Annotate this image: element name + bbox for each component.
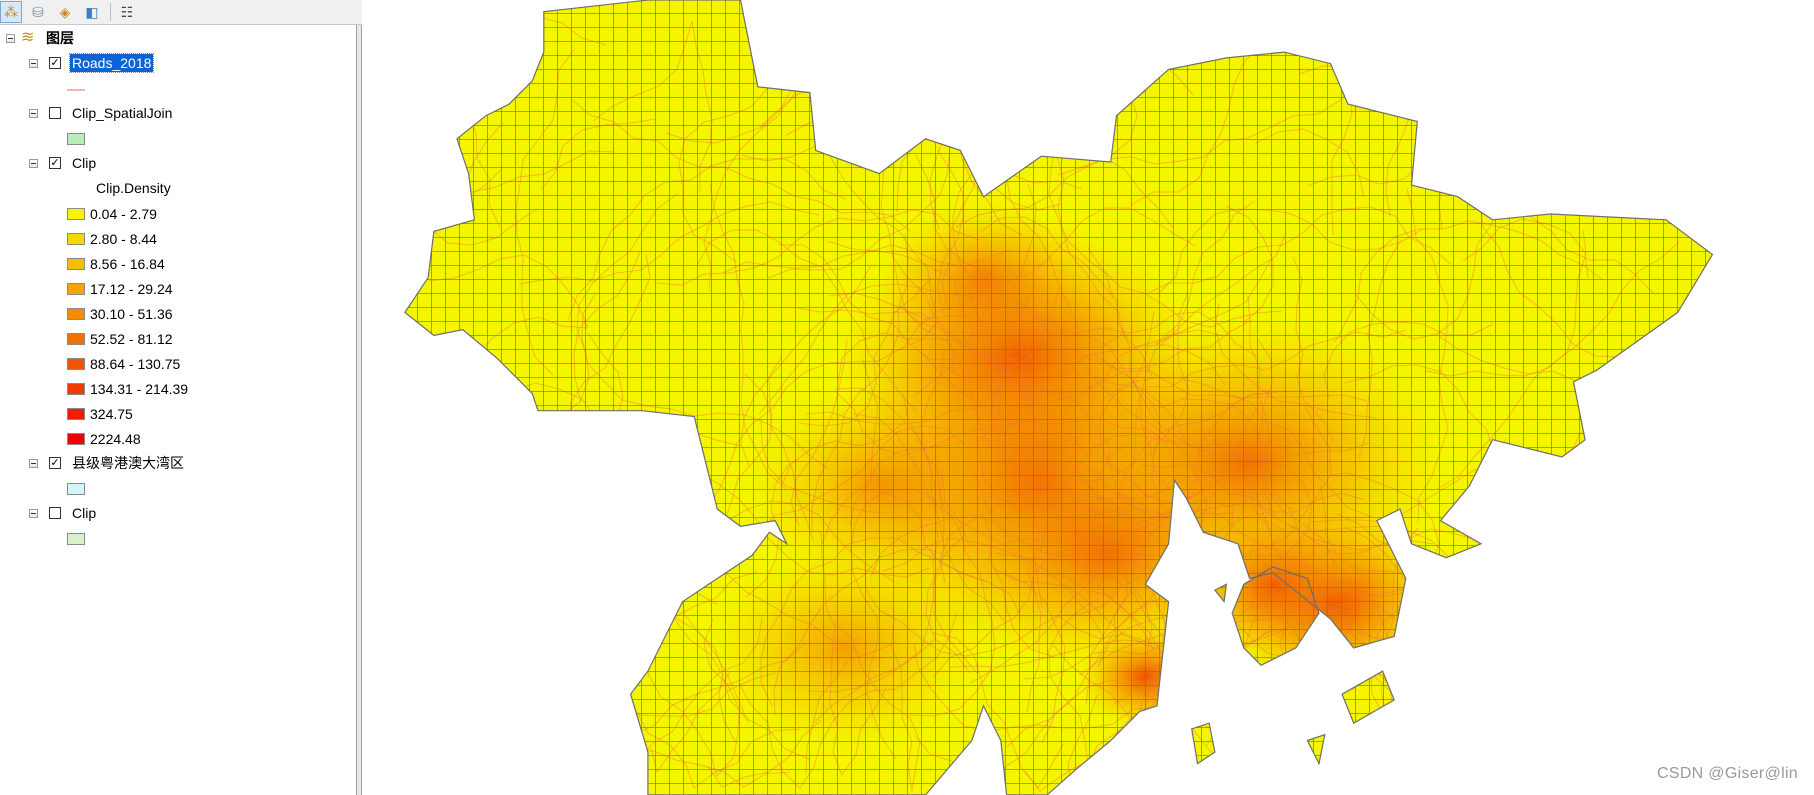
collapse-county-button[interactable] xyxy=(29,459,38,468)
layers-root-icon: ≋ xyxy=(21,29,35,46)
map-view[interactable] xyxy=(362,0,1814,795)
toolbar-separator xyxy=(110,3,111,21)
table-of-contents: ≋ 图层 ✓ Roads_2018 Clip_SpatialJoin ✓ Cli… xyxy=(0,25,356,795)
list-drawing-order-icon: ⁂ xyxy=(4,3,18,20)
roads-line-symbol xyxy=(67,89,85,91)
road xyxy=(1330,648,1401,791)
root-label: 图层 xyxy=(46,30,74,46)
road xyxy=(404,599,490,793)
legend-swatch[interactable] xyxy=(67,408,85,420)
clip-density-layer xyxy=(404,0,1713,795)
road xyxy=(1564,530,1702,577)
clip-visibility-checkbox[interactable]: ✓ xyxy=(49,157,61,169)
grid-cells xyxy=(404,0,1713,795)
collapse-spatialjoin-button[interactable] xyxy=(29,109,38,118)
list-by-visibility-button[interactable]: ◈ xyxy=(54,1,76,23)
database-icon: ⛁ xyxy=(32,3,44,20)
list-by-selection-button[interactable]: ◧ xyxy=(81,1,103,23)
road xyxy=(1433,85,1532,208)
spatialjoin-visibility-checkbox[interactable] xyxy=(49,107,61,119)
watermark: CSDN @Giser@lin xyxy=(1657,765,1798,782)
roads-visibility-checkbox[interactable]: ✓ xyxy=(49,57,61,69)
collapse-root-button[interactable] xyxy=(6,34,15,43)
layer-clip-2[interactable]: Clip xyxy=(72,504,96,522)
road xyxy=(1459,539,1644,756)
layer-clip[interactable]: Clip xyxy=(72,154,96,172)
layer-roads-2018[interactable]: Roads_2018 xyxy=(68,53,155,73)
road xyxy=(494,508,535,775)
options-list-icon: ☷ xyxy=(120,3,134,20)
road xyxy=(1646,340,1713,492)
collapse-clip-button[interactable] xyxy=(29,159,38,168)
county-fill-symbol xyxy=(67,483,85,495)
legend-swatch[interactable] xyxy=(67,383,85,395)
road xyxy=(468,473,699,598)
legend-class-label: 0.04 - 2.79 xyxy=(90,206,157,222)
road xyxy=(1145,663,1356,704)
road xyxy=(1466,733,1597,791)
legend-class-label: 324.75 xyxy=(90,406,133,422)
layer-clip-spatialjoin[interactable]: Clip_SpatialJoin xyxy=(72,104,172,122)
legend-swatch[interactable] xyxy=(67,283,85,295)
legend-swatch[interactable] xyxy=(67,358,85,370)
options-button[interactable]: ☷ xyxy=(116,1,138,23)
road xyxy=(849,90,994,115)
list-by-source-button[interactable]: ⛁ xyxy=(27,1,49,23)
legend-swatch[interactable] xyxy=(67,208,85,220)
collapse-clip2-button[interactable] xyxy=(29,509,38,518)
clip-field-label: Clip.Density xyxy=(96,180,171,196)
legend-class-label: 2224.48 xyxy=(90,431,141,447)
spatialjoin-fill-symbol xyxy=(67,133,85,145)
clip2-fill-symbol xyxy=(67,533,85,545)
toc-toolbar: ⁂ ⛁ ◈ ◧ ☷ xyxy=(0,0,362,25)
legend-class-label: 17.12 - 29.24 xyxy=(90,281,173,297)
road xyxy=(416,568,539,790)
legend-swatch[interactable] xyxy=(67,308,85,320)
road xyxy=(404,629,520,785)
legend-class-label: 30.10 - 51.36 xyxy=(90,306,173,322)
legend-swatch[interactable] xyxy=(67,333,85,345)
road xyxy=(534,480,578,620)
legend-class-label: 2.80 - 8.44 xyxy=(90,231,157,247)
road xyxy=(1358,619,1569,791)
selection-icon: ◧ xyxy=(85,3,99,20)
legend-class-label: 52.52 - 81.12 xyxy=(90,331,173,347)
road xyxy=(1274,716,1430,793)
legend-swatch[interactable] xyxy=(67,433,85,445)
legend-class-label: 8.56 - 16.84 xyxy=(90,256,165,272)
road xyxy=(1607,366,1713,423)
road xyxy=(1395,573,1539,599)
road xyxy=(408,585,620,710)
road xyxy=(446,610,553,705)
legend-swatch[interactable] xyxy=(67,258,85,270)
road xyxy=(425,429,524,515)
road xyxy=(491,695,581,771)
road xyxy=(1154,700,1379,783)
layer-county-gba[interactable]: 县级粤港澳大湾区 xyxy=(72,454,184,472)
road xyxy=(523,454,620,629)
road xyxy=(1569,392,1710,459)
clip2-visibility-checkbox[interactable] xyxy=(49,507,61,519)
legend-class-label: 88.64 - 130.75 xyxy=(90,356,181,372)
layers-icon: ◈ xyxy=(59,3,71,20)
map-canvas xyxy=(404,0,1714,795)
list-by-drawing-order-button[interactable]: ⁂ xyxy=(0,1,22,23)
legend-swatch[interactable] xyxy=(67,233,85,245)
road xyxy=(404,454,491,698)
legend-class-label: 134.31 - 214.39 xyxy=(90,381,189,397)
collapse-roads-button[interactable] xyxy=(29,59,38,68)
county-visibility-checkbox[interactable]: ✓ xyxy=(49,457,61,469)
